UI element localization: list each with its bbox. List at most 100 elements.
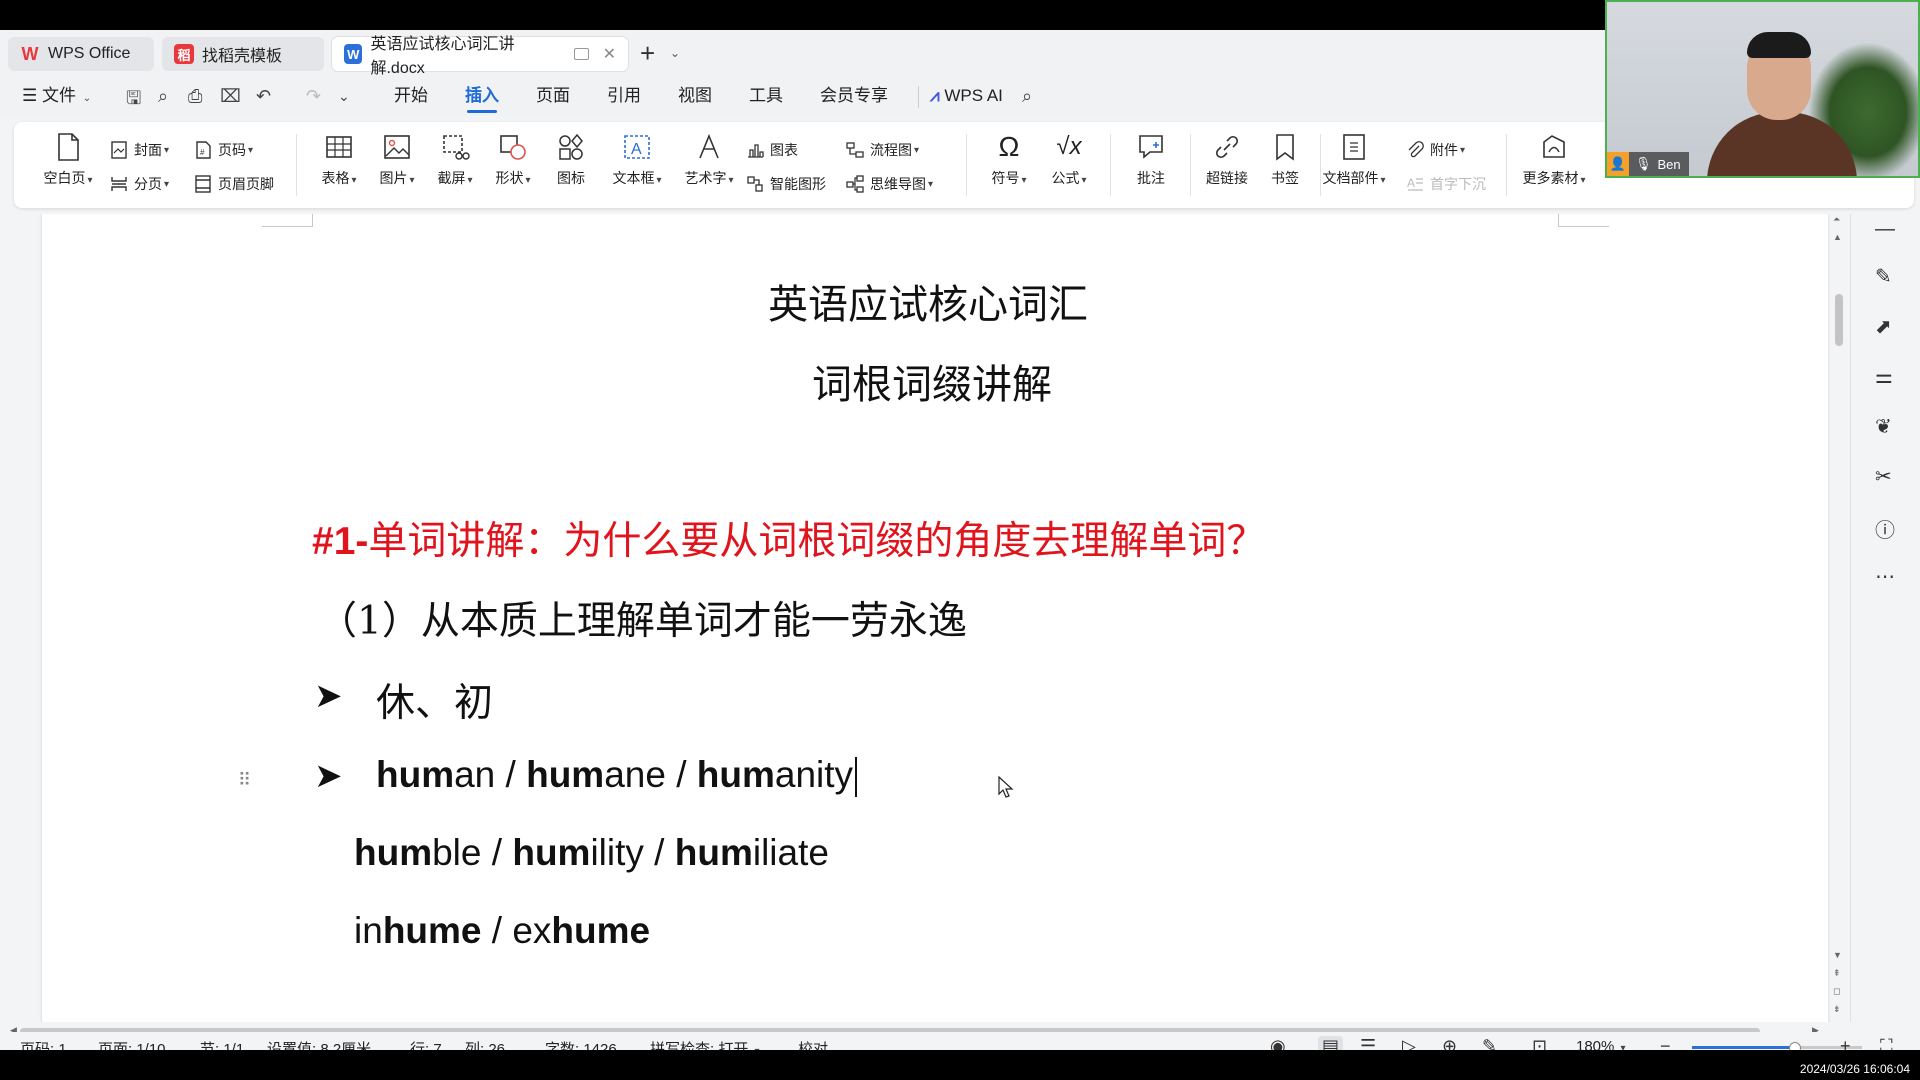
bookmark-button[interactable]: 书签 [1254, 132, 1316, 188]
materials-icon[interactable]: ❦ [1875, 414, 1892, 439]
status-col[interactable]: 列: 26 [465, 1038, 505, 1050]
icon-button[interactable]: 图标 [540, 132, 602, 188]
menu-item-view[interactable]: 视图 [678, 76, 712, 116]
chart-button[interactable]: 图表 [746, 138, 798, 162]
fit-page-icon[interactable]: ⊡ [1532, 1036, 1547, 1050]
format-painter-icon[interactable]: ⌕ [158, 86, 168, 107]
wordart-button[interactable]: 艺术字 ▾ [676, 132, 742, 188]
play-icon[interactable]: ▷ [1402, 1036, 1416, 1050]
status-page-code[interactable]: 页码: 1 [20, 1038, 67, 1050]
hyperlink-button[interactable]: 超链接 [1196, 132, 1258, 188]
menu-item-home[interactable]: 开始 [394, 76, 428, 116]
status-section[interactable]: 节: 1/1 [200, 1038, 244, 1050]
flowchart-button[interactable]: 流程图 ▾ [846, 138, 919, 162]
menu-item-tools[interactable]: 工具 [749, 76, 783, 116]
search-icon[interactable]: ⌕ [1022, 86, 1032, 107]
help-icon[interactable]: ⓘ [1875, 514, 1895, 543]
status-spell-check[interactable]: 拼写检查: 打开 ▾ [650, 1038, 760, 1050]
status-row[interactable]: 行: 7 [410, 1038, 442, 1050]
subheading[interactable]: （1）从本质上理解单词才能一劳永逸 [318, 590, 967, 646]
menu-item-insert[interactable]: 插入 [465, 76, 499, 116]
chevron-down-icon[interactable]: ⌄ [670, 46, 680, 60]
formula-button[interactable]: √x 公式 ▾ [1038, 132, 1100, 188]
zoom-slider[interactable] [1692, 1042, 1862, 1050]
comment-button[interactable]: 批注 [1120, 132, 1182, 188]
picture-button[interactable]: 图片 ▾ [366, 132, 428, 188]
eye-protection-icon[interactable]: ◉ [1270, 1036, 1286, 1050]
menu-item-references[interactable]: 引用 [607, 76, 641, 116]
zoom-level[interactable]: 180% ▾ [1576, 1038, 1626, 1050]
zoom-out-icon[interactable]: − [1660, 1036, 1671, 1050]
file-menu[interactable]: ☰ 文件 ⌄ [22, 76, 91, 116]
bullet-text[interactable]: 休、初 [376, 672, 493, 728]
attachment-button[interactable]: 附件 ▾ [1406, 138, 1465, 162]
sliders-icon[interactable]: ⚌ [1875, 364, 1893, 389]
tab-wps-office[interactable]: W WPS Office [8, 37, 154, 71]
drop-cap-button[interactable]: A 首字下沉 [1406, 172, 1486, 196]
zoom-in-icon[interactable]: + [1840, 1036, 1851, 1050]
wps-ai-icon: ⩘ [930, 86, 940, 105]
tools-icon[interactable]: ✂ [1875, 464, 1892, 489]
header-footer-button[interactable]: 页眉页脚 [194, 172, 274, 196]
print-icon[interactable]: ⎙ [188, 86, 202, 107]
word-line-1[interactable]: human / humane / humanity [376, 754, 858, 798]
tab-docer[interactable]: 稻 找稻壳模板 [162, 37, 324, 71]
prev-page-icon[interactable]: ⇞ [1833, 968, 1841, 979]
tab-label: 找稻壳模板 [202, 48, 283, 65]
web-view-icon[interactable]: ⊕ [1442, 1036, 1457, 1050]
pen-icon[interactable]: ✎ [1482, 1036, 1497, 1050]
print-preview-icon[interactable]: ⌧ [220, 86, 241, 107]
select-cursor-icon[interactable]: ⬈ [1875, 314, 1892, 339]
blank-page-button[interactable]: 空白页 ▾ [32, 132, 104, 188]
status-setting[interactable]: 设置值: 8.2厘米 [267, 1038, 371, 1050]
undo-icon[interactable]: ↶ [256, 86, 271, 107]
zoom-slider-knob[interactable] [1789, 1042, 1801, 1050]
more-materials-button[interactable]: 更多素材 ▾ [1514, 132, 1594, 188]
shape-button[interactable]: 形状 ▾ [482, 132, 544, 188]
next-page-icon[interactable]: ⇟ [1833, 1004, 1841, 1015]
section-heading[interactable]: #1-单词讲解：为什么要从词根词缀的角度去理解单词？ [312, 510, 1265, 566]
menu-item-member[interactable]: 会员专享 [820, 76, 888, 116]
scroll-top-icon[interactable]: ⏶ [1833, 214, 1840, 225]
root: hum [696, 754, 775, 795]
word-line-3[interactable]: inhume / exhume [354, 910, 650, 952]
cover-button[interactable]: 封面 ▾ [110, 138, 169, 162]
status-proof[interactable]: 校对 [798, 1038, 828, 1050]
document-subtitle[interactable]: 词根词缀讲解 [812, 352, 1052, 410]
scroll-up-icon[interactable]: ▲ [1833, 232, 1842, 242]
save-icon[interactable]: 🖫 [126, 86, 141, 116]
new-tab-icon[interactable]: + [640, 40, 655, 66]
word-line-2[interactable]: humble / humility / humiliate [354, 832, 829, 874]
outline-view-icon[interactable]: ☰ [1360, 1036, 1376, 1050]
collapse-icon[interactable]: — [1875, 218, 1895, 241]
page-number-button[interactable]: # 页码 ▾ [194, 138, 253, 162]
doc-parts-button[interactable]: 文档部件 ▾ [1314, 132, 1394, 188]
vertical-scrollbar[interactable]: ⏶ ▲ ▼ ⇞ ◻ ⇟ [1832, 214, 1846, 1022]
page-view-icon[interactable]: ▤ [1318, 1036, 1344, 1050]
redo-icon[interactable]: ↷ [306, 86, 321, 107]
drag-handle-icon[interactable]: ⠿ [238, 771, 252, 789]
select-browse-icon[interactable]: ◻ [1833, 986, 1840, 997]
smart-graphic-button[interactable]: 智能图形 [746, 172, 826, 196]
symbol-button[interactable]: Ω 符号 ▾ [978, 132, 1040, 188]
document-title[interactable]: 英语应试核心词汇 [768, 272, 1088, 330]
pen-edit-icon[interactable]: ✎ [1875, 264, 1892, 289]
page-break-button[interactable]: 分页 ▾ [110, 172, 169, 196]
status-page[interactable]: 页面: 1/10 [98, 1038, 166, 1050]
mindmap-button[interactable]: 思维导图 ▾ [846, 172, 933, 196]
scroll-down-icon[interactable]: ▼ [1833, 950, 1842, 960]
wps-ai-button[interactable]: ⩘ WPS AI [930, 76, 1003, 116]
fullscreen-icon[interactable]: ⛶ [1880, 1036, 1893, 1050]
scroll-thumb[interactable] [1835, 294, 1843, 346]
more-icon[interactable]: ⋯ [1875, 564, 1895, 589]
close-tab-icon[interactable]: ✕ [603, 44, 616, 64]
textbox-button[interactable]: A 文本框 ▾ [604, 132, 670, 188]
table-button[interactable]: 表格 ▾ [308, 132, 370, 188]
status-word-count[interactable]: 字数: 1426 [545, 1038, 617, 1050]
tab-document[interactable]: W 英语应试核心词汇讲解.docx ✕ [332, 36, 628, 77]
screenshot-button[interactable]: 截屏 ▾ [424, 132, 486, 188]
svg-text:#: # [200, 148, 205, 157]
more-quick-access-icon[interactable]: ⌄ [338, 88, 350, 105]
monitor-icon[interactable] [573, 48, 589, 60]
menu-item-page[interactable]: 页面 [536, 76, 570, 116]
